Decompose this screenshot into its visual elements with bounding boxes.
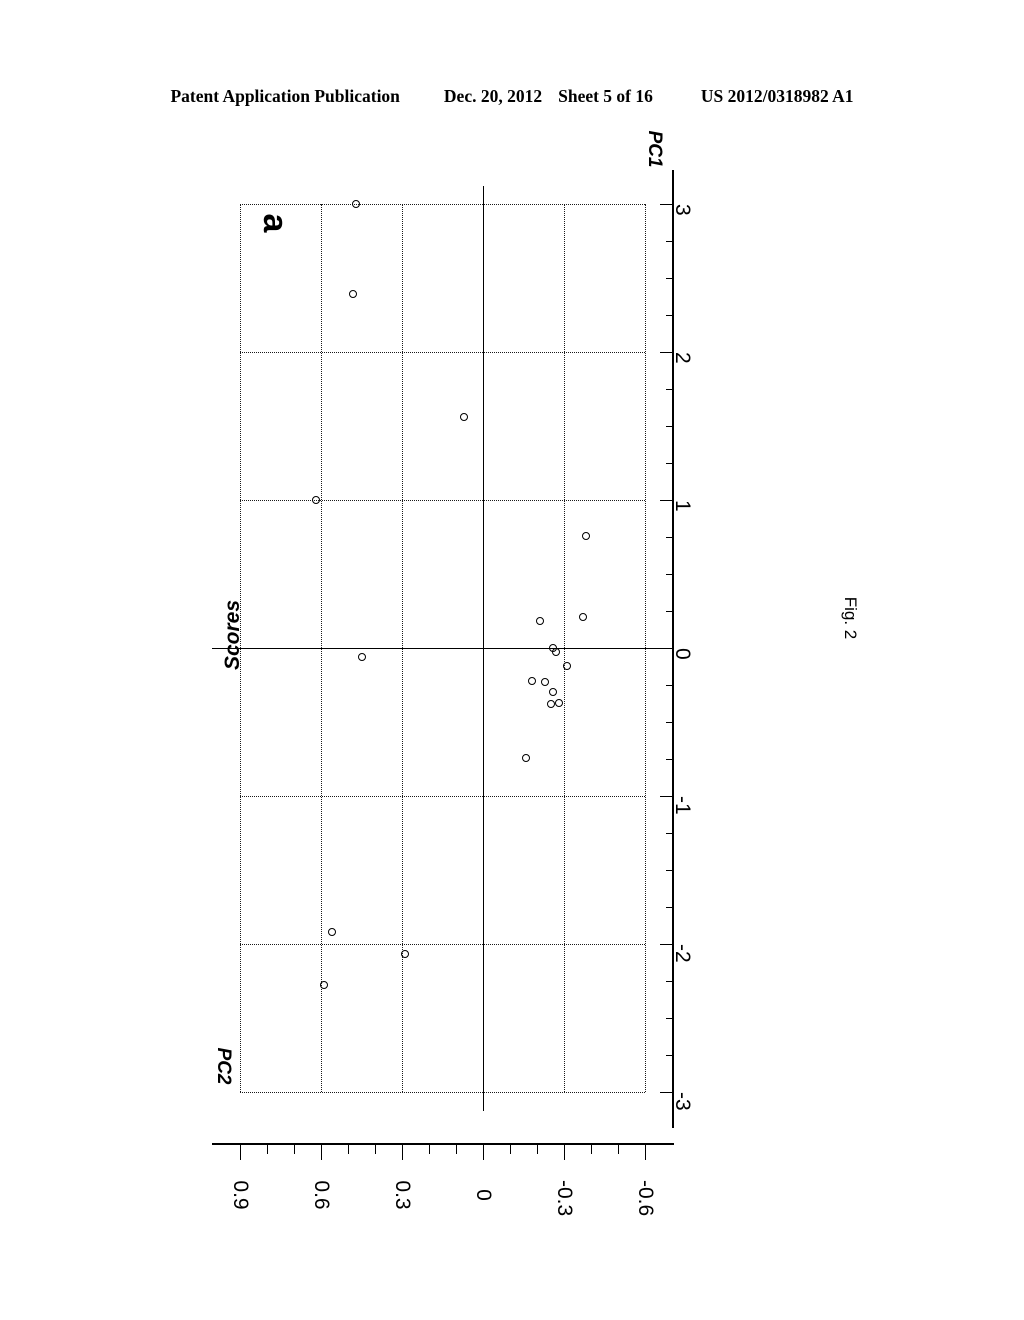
pc1-tick-label: 1 (671, 500, 694, 512)
pc2-tick-minor (348, 1145, 349, 1154)
pc1-tick-label: -3 (671, 1092, 694, 1111)
pc2-axis: PC2 0.9 0.6 0.3 0 -0.3 -0.6 (212, 1048, 674, 1216)
pc1-tick-minor (666, 463, 674, 464)
pc1-tick-minor (666, 611, 674, 612)
pc2-axis-title: PC2 (213, 1047, 234, 1085)
pc1-tick-minor (666, 389, 674, 390)
pc1-tick-label: -2 (671, 944, 694, 963)
pc2-tick-label: 0 (472, 1189, 495, 1201)
data-point (522, 753, 531, 762)
pc1-axis-title: PC1 (644, 130, 665, 168)
data-point (327, 928, 336, 937)
scatter-plot-area (212, 186, 673, 1111)
pc1-tick-minor (666, 278, 674, 279)
pc2-tick-minor (375, 1145, 376, 1154)
pc1-tick-minor (666, 1018, 674, 1019)
pc1-tick-minor (666, 759, 674, 760)
pc1-tick-label: -1 (671, 796, 694, 815)
data-point (578, 612, 587, 621)
pc1-tick-minor (666, 241, 674, 242)
pc2-tick-major (564, 1145, 565, 1160)
pc1-tick-minor (666, 574, 674, 575)
pc2-tick-major (321, 1145, 322, 1160)
pc1-tick-minor (666, 722, 674, 723)
zero-line-pc2 (483, 186, 484, 1111)
zero-line-pc1 (212, 648, 673, 649)
pc2-tick-major (402, 1145, 403, 1160)
gridline-pc1 (240, 204, 645, 205)
pc2-tick-minor (294, 1145, 295, 1154)
pc2-tick-minor (267, 1145, 268, 1154)
data-point (554, 698, 563, 707)
gridline-pc1 (240, 796, 645, 797)
pc2-tick-minor (537, 1145, 538, 1154)
data-point (311, 496, 320, 504)
pc2-tick-label: 0.6 (310, 1180, 333, 1210)
pc1-tick-minor (666, 833, 674, 834)
gridline-pc1 (240, 352, 645, 353)
pc1-axis: PC1 3 2 1 0 -1 -2 -3 (644, 131, 694, 1128)
pc2-tick-minor (456, 1145, 457, 1154)
pc1-tick-minor (666, 1055, 674, 1056)
data-point (527, 676, 536, 685)
pc2-tick-label: 0.9 (229, 1180, 252, 1210)
data-point (546, 700, 555, 709)
pc1-tick-minor (666, 685, 674, 686)
pc2-tick-minor (618, 1145, 619, 1154)
gridline-pc1 (240, 500, 645, 501)
pc2-tick-minor (429, 1145, 430, 1154)
data-point (562, 661, 571, 670)
figure-caption: Fig. 2 (841, 596, 860, 640)
pc1-tick-label: 2 (671, 352, 694, 364)
pc1-tick-minor (666, 981, 674, 982)
pc2-tick-major (483, 1145, 484, 1160)
pc1-tick-label: 0 (671, 648, 694, 660)
patent-publication-text: Patent Application Publication (170, 86, 400, 106)
pc1-tick-minor (666, 426, 674, 427)
data-point (357, 652, 366, 661)
patent-header: Patent Application Publication Dec. 20, 2… (0, 86, 1024, 107)
gridline-pc1 (240, 1092, 645, 1093)
patent-sheet-text: Sheet 5 of 16 (558, 86, 653, 106)
gridline-pc1 (240, 944, 645, 945)
pc1-tick-minor (666, 907, 674, 908)
pc1-tick-minor (666, 870, 674, 871)
pc2-tick-major (645, 1145, 646, 1160)
pc2-tick-label: -0.3 (553, 1180, 576, 1217)
pc2-tick-minor (591, 1145, 592, 1154)
pc2-tick-label: -0.6 (634, 1180, 657, 1217)
patent-number-text: US 2012/0318982 A1 (700, 86, 854, 106)
pc2-tick-minor (510, 1145, 511, 1154)
patent-date-text: Dec. 20, 2012 (443, 86, 543, 106)
pc1-tick-minor (666, 315, 674, 316)
data-point (581, 531, 590, 540)
pc1-tick-minor (666, 537, 674, 538)
pc1-tick-label: 3 (671, 204, 694, 216)
pc2-tick-label: 0.3 (391, 1180, 414, 1210)
pc2-tick-major (240, 1145, 241, 1160)
